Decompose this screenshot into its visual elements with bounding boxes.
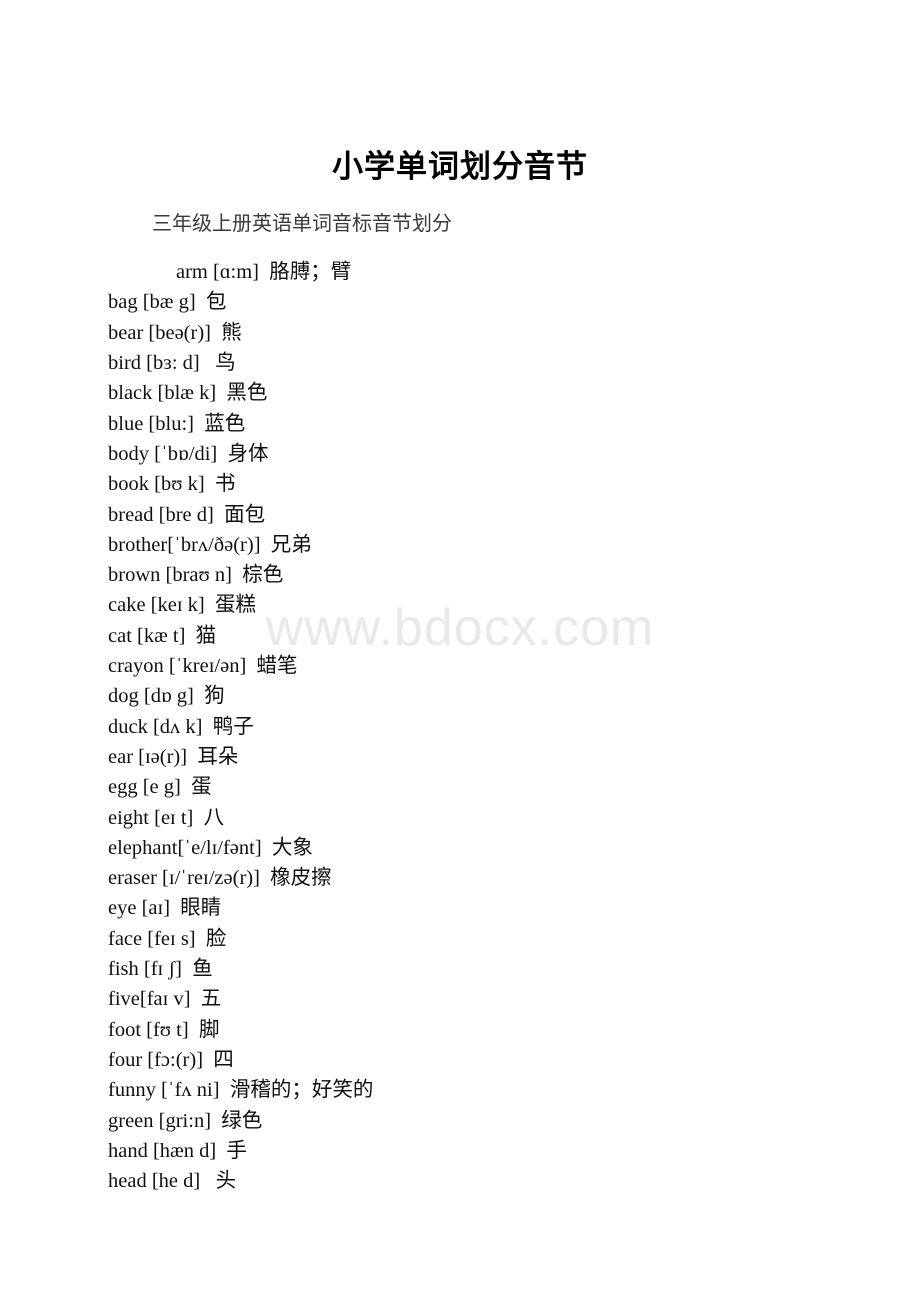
document-subtitle: 三年级上册英语单词音标音节划分 bbox=[152, 213, 452, 236]
vocabulary-entry: brown [braʊ n] 棕色 bbox=[108, 564, 284, 587]
vocabulary-entry: eraser [ɪ/ˈreɪ/zə(r)] 橡皮擦 bbox=[108, 867, 332, 890]
vocabulary-entry: face [feɪ s] 脸 bbox=[108, 927, 227, 950]
vocabulary-entry: brother[ˈbrʌ/ðə(r)] 兄弟 bbox=[108, 533, 312, 556]
vocabulary-entry: funny [ˈfʌ ni] 滑稽的；好笑的 bbox=[108, 1079, 374, 1102]
vocabulary-entry: eight [eɪ t] 八 bbox=[108, 806, 225, 829]
vocabulary-entry: four [fɔ:(r)] 四 bbox=[108, 1048, 234, 1071]
vocabulary-entry: bag [bæ g] 包 bbox=[108, 291, 227, 314]
vocabulary-entry: blue [blu:] 蓝色 bbox=[108, 412, 246, 435]
vocabulary-entry: bird [bɜ: d] 鸟 bbox=[108, 352, 236, 375]
vocabulary-entry: head [he d] 头 bbox=[108, 1170, 237, 1193]
vocabulary-entry: foot [fʊ t] 脚 bbox=[108, 1018, 220, 1041]
vocabulary-entry: black [blæ k] 黑色 bbox=[108, 382, 268, 405]
vocabulary-entry: ear [ɪə(r)] 耳朵 bbox=[108, 745, 239, 768]
vocabulary-entry: green [gri:n] 绿色 bbox=[108, 1109, 263, 1132]
vocabulary-entry: egg [e g] 蛋 bbox=[108, 776, 212, 799]
vocabulary-entry: bear [beə(r)] 熊 bbox=[108, 321, 242, 344]
vocabulary-list: arm [ɑ:m] 胳膊；臂 bag [bæ g] 包 bear [beə(r)] … bbox=[0, 237, 920, 1196]
vocabulary-entry: elephant[ˈe/lɪ/fənt] 大象 bbox=[108, 836, 313, 859]
vocabulary-entry: book [bʊ k] 书 bbox=[108, 473, 236, 496]
vocabulary-entry: five[faɪ v] 五 bbox=[108, 988, 222, 1011]
vocabulary-entry: cake [keɪ k] 蛋糕 bbox=[108, 594, 256, 617]
vocabulary-entry: hand [hæn d] 手 bbox=[108, 1139, 247, 1162]
vocabulary-entry: fish [fɪ ʃ] 鱼 bbox=[108, 958, 213, 981]
vocabulary-entry: crayon [ˈkreɪ/ən] 蜡笔 bbox=[108, 655, 298, 678]
vocabulary-entry: cat [kæ t] 猫 bbox=[108, 624, 217, 647]
document-page: 小学单词划分音节 三年级上册英语单词音标音节划分 arm [ɑ:m] 胳膊；臂 b… bbox=[0, 0, 920, 1196]
vocabulary-entry: arm [ɑ:m] 胳膊；臂 bbox=[176, 261, 352, 284]
vocabulary-entry: eye [aɪ] 眼睛 bbox=[108, 897, 222, 920]
vocabulary-entry: body [ˈbɒ/di] 身体 bbox=[108, 442, 269, 465]
vocabulary-entry: duck [dʌ k] 鸭子 bbox=[108, 715, 254, 738]
vocabulary-entry: bread [bre d] 面包 bbox=[108, 503, 266, 526]
page-title: 小学单词划分音节 bbox=[332, 149, 588, 184]
vocabulary-entry: dog [dɒ g] 狗 bbox=[108, 685, 225, 708]
